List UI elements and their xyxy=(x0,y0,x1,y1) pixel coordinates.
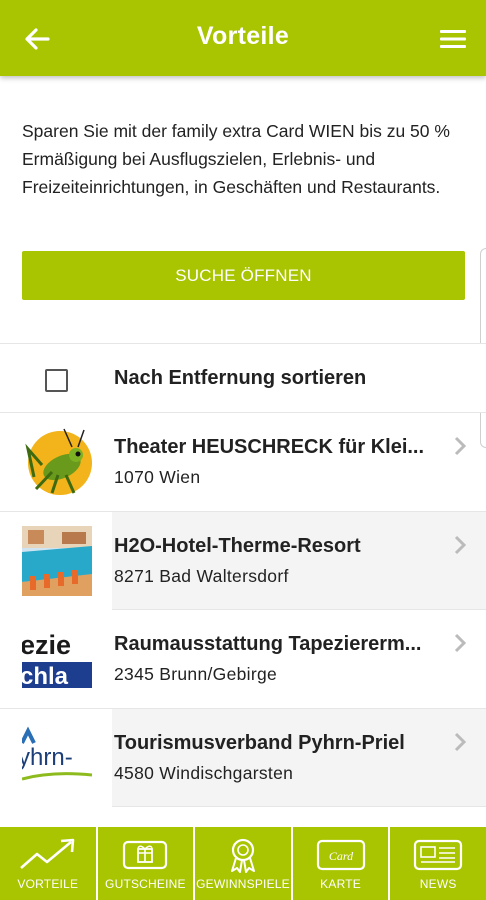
item-name: Raumausstattung Tapeziererm... xyxy=(114,633,422,655)
item-name: Tourismusverband Pyhrn-Priel xyxy=(114,731,405,754)
logo-text: yhrn- xyxy=(22,744,73,771)
item-city: 2345 Brunn/Gebirge xyxy=(114,664,278,684)
tab-label: GEWINNSPIELE xyxy=(196,877,290,891)
intro-text: Sparen Sie mit der family extra Card WIE… xyxy=(22,121,450,197)
tab-label: NEWS xyxy=(419,877,457,891)
chevron-right-icon xyxy=(454,535,467,554)
tab-news[interactable]: NEWS xyxy=(390,827,486,900)
logo-text-top: ezie xyxy=(22,630,71,660)
card-icon-text: Card xyxy=(328,849,353,863)
hamburger-menu-icon[interactable] xyxy=(438,24,468,54)
item-name: H2O-Hotel-Therme-Resort xyxy=(114,534,361,557)
grasshopper-logo xyxy=(0,413,112,511)
offer-list: Theater HEUSCHRECK für Klei... 1070 Wien… xyxy=(0,413,486,807)
sort-by-distance-row[interactable]: Nach Entfernung sortieren xyxy=(0,343,486,413)
chevron-right-icon xyxy=(454,732,467,751)
list-item[interactable]: ezie chla Raumausstattung Tapeziererm...… xyxy=(0,610,486,709)
page-title: Vorteile xyxy=(196,22,290,50)
tab-vorteile[interactable]: VORTEILE xyxy=(0,827,98,900)
item-city: 8271 Bad Waltersdorf xyxy=(114,565,289,586)
tab-label: GUTSCHEINE xyxy=(105,877,186,891)
gift-card-icon xyxy=(123,840,168,870)
tab-label: VORTEILE xyxy=(17,877,79,891)
tab-gewinnspiele[interactable]: GEWINNSPIELE xyxy=(195,827,293,900)
card-icon: Card xyxy=(316,839,365,871)
tab-label: KARTE xyxy=(320,877,361,891)
list-item[interactable]: Theater HEUSCHRECK für Klei... 1070 Wien xyxy=(0,413,486,512)
tab-gutscheine[interactable]: GUTSCHEINE xyxy=(98,827,196,900)
item-city: 1070 Wien xyxy=(114,467,201,487)
pool-photo xyxy=(0,511,112,610)
chevron-right-icon xyxy=(454,436,467,456)
app-bar: Vorteile xyxy=(0,0,486,76)
item-name: Theater HEUSCHRECK für Klei... xyxy=(114,436,425,458)
tab-karte[interactable]: Card KARTE xyxy=(293,827,391,900)
sort-label: Nach Entfernung sortieren xyxy=(114,367,367,389)
sort-checkbox[interactable] xyxy=(45,369,68,392)
chevron-right-icon xyxy=(454,633,467,653)
pyhrn-logo: yhrn- xyxy=(0,708,112,807)
list-item[interactable]: H2O-Hotel-Therme-Resort 8271 Bad Walters… xyxy=(0,511,486,610)
trend-arrow-icon xyxy=(19,838,75,869)
bottom-tab-bar: VORTEILE GUTSCHEINE GEWINNSPIELE Card KA… xyxy=(0,825,486,900)
item-city: 4580 Windischgarsten xyxy=(114,762,294,783)
newspaper-icon xyxy=(414,839,463,871)
list-item[interactable]: yhrn- Tourismusverband Pyhrn-Priel 4580 … xyxy=(0,708,486,807)
award-ribbon-icon xyxy=(230,838,255,873)
logo-text-bottom: chla xyxy=(22,663,69,690)
open-search-button[interactable]: SUCHE ÖFFNEN xyxy=(22,251,465,300)
tapezier-logo: ezie chla xyxy=(0,610,112,708)
